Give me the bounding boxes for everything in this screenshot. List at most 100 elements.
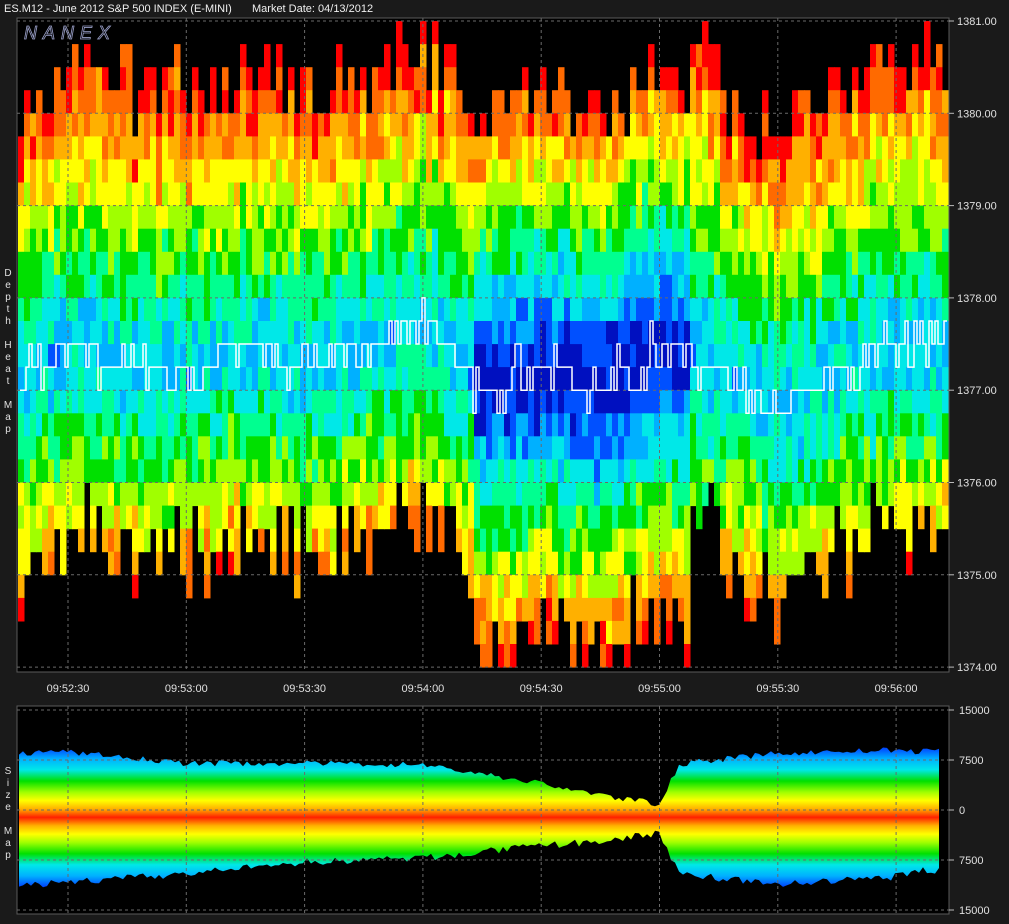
heatmap-cell (912, 44, 919, 68)
heatmap-cell (678, 251, 685, 276)
heatmap-cell (66, 113, 73, 137)
heatmap-cell (18, 159, 25, 183)
heatmap-cell (510, 574, 517, 599)
heatmap-cell (732, 90, 739, 114)
heatmap-cell (498, 551, 505, 576)
heatmap-cell (498, 159, 505, 183)
heatmap-cell (738, 528, 745, 553)
heatmap-cell (684, 459, 691, 483)
heatmap-cell (156, 436, 163, 460)
heatmap-cell (462, 159, 469, 183)
heatmap-cell (714, 482, 721, 507)
heatmap-cell (438, 321, 445, 345)
heatmap-cell (852, 344, 859, 368)
heatmap-cell (318, 297, 325, 322)
heatmap-cell (390, 390, 397, 414)
heatmap-cell (594, 344, 601, 368)
heatmap-cell (480, 644, 487, 668)
heatmap-cell (732, 505, 739, 530)
heatmap-cell (60, 367, 67, 391)
heatmap-cell (708, 136, 715, 160)
heatmap-cell (366, 436, 373, 460)
heatmap-cell (774, 205, 781, 230)
heatmap-cell (708, 228, 715, 253)
heatmap-cell (684, 205, 691, 230)
heatmap-cell (462, 113, 469, 137)
heatmap-cell (678, 297, 685, 322)
heatmap-cell (72, 297, 79, 322)
heatmap-cell (462, 344, 469, 368)
heatmap-cell (702, 182, 709, 207)
heatmap-cell (498, 274, 505, 299)
heatmap-cell (156, 413, 163, 437)
heatmap-cell (582, 574, 589, 599)
heatmap-cell (516, 136, 523, 160)
heatmap-cell (558, 90, 565, 114)
heatmap-cell (120, 159, 127, 183)
heatmap-cell (102, 228, 109, 253)
heatmap-cell (246, 459, 253, 483)
heatmap-cell (906, 505, 913, 530)
heatmap-cell (462, 505, 469, 530)
heatmap-cell (696, 113, 703, 137)
heatmap-cell (930, 228, 937, 253)
heatmap-cell (180, 321, 187, 345)
heatmap-cell (312, 367, 319, 391)
heatmap-cell (918, 251, 925, 276)
heatmap-cell (234, 90, 241, 114)
heatmap-cell (210, 436, 217, 460)
heatmap-cell (876, 136, 883, 160)
heatmap-cell (150, 274, 157, 299)
heatmap-cell (486, 551, 493, 576)
heatmap-cell (210, 182, 217, 207)
heatmap-cell (54, 67, 61, 91)
heatmap-cell (444, 344, 451, 368)
heatmap-cell (720, 344, 727, 368)
heatmap-cell (930, 390, 937, 414)
heatmap-cell (936, 205, 943, 230)
heatmap-cell (330, 297, 337, 322)
heatmap-cell (30, 367, 37, 391)
heatmap-cell (702, 44, 709, 68)
heatmap-cell (204, 413, 211, 437)
heatmap-cell (234, 528, 241, 553)
heatmap-cell (66, 390, 73, 414)
heatmap-cell (78, 205, 85, 230)
heatmap-cell (606, 297, 613, 322)
heatmap-cell (822, 367, 829, 391)
heatmap-cell (636, 321, 643, 345)
heatmap-cell (120, 459, 127, 483)
heatmap-cell (678, 228, 685, 253)
heatmap-cell (234, 228, 241, 253)
heatmap-cell (726, 274, 733, 299)
heatmap-cell (306, 67, 313, 91)
heatmap-cell (294, 321, 301, 345)
heatmap-cell (390, 136, 397, 160)
heatmap-cell (300, 482, 307, 507)
heatmap-cell (834, 228, 841, 253)
heatmap-cell (348, 321, 355, 345)
heatmap-cell (696, 159, 703, 183)
heatmap-cell (522, 205, 529, 230)
heatmap-cell (426, 113, 433, 137)
heatmap-cell (48, 251, 55, 276)
heatmap-cell (204, 436, 211, 460)
heatmap-cell (312, 436, 319, 460)
heatmap-cell (582, 182, 589, 207)
heatmap-cell (678, 205, 685, 230)
heatmap-cell (486, 436, 493, 460)
heatmap-cell (522, 159, 529, 183)
heatmap-cell (594, 182, 601, 207)
heatmap-cell (612, 574, 619, 599)
heatmap-cell (882, 459, 889, 483)
heatmap-cell (762, 90, 769, 114)
heatmap-cell (396, 67, 403, 91)
heatmap-cell (780, 136, 787, 160)
heatmap-cell (84, 67, 91, 91)
heatmap-cell (504, 644, 511, 668)
heatmap-cell (408, 321, 415, 345)
heatmap-cell (168, 413, 175, 437)
heatmap-cell (198, 459, 205, 483)
heatmap-cell (498, 574, 505, 599)
heatmap-cell (486, 482, 493, 507)
